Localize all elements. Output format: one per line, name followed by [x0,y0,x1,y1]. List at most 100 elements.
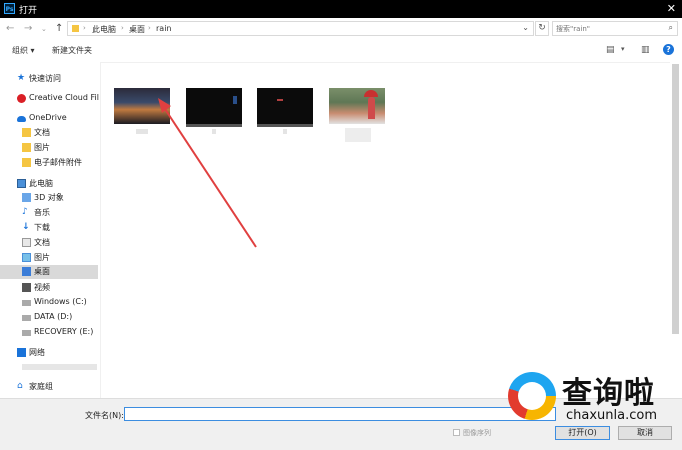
window-title: 打开 [19,6,38,16]
sidebar-item-label: RECOVERY (E:) [34,327,94,336]
homegroup-icon: ⌂ [17,381,23,391]
sidebar-item-label: 此电脑 [29,179,53,188]
sidebar-item-label: Windows (C:) [34,297,87,306]
recent-dropdown-icon[interactable]: ⌄ [41,25,47,33]
umbrella-shape [364,90,378,97]
file-name-1 [136,129,148,134]
drive-icon [22,315,31,321]
organize-button[interactable]: 组织 ▾ [12,45,35,56]
watermark-url: chaxunla.com [566,408,657,423]
sidebar-item-label: 下载 [34,223,50,232]
scrollbar-thumb[interactable] [672,64,679,334]
search-input[interactable] [556,22,656,35]
sidebar-item-label: 3D 对象 [34,193,64,202]
sidebar-item-documents[interactable]: 文档 [22,236,97,250]
sidebar-item-label: 图片 [34,143,50,152]
file-thumbnail-4[interactable] [329,88,385,124]
file-name-2 [212,129,216,134]
breadcrumb-desktop[interactable]: 桌面 [129,24,145,35]
file-thumbnail-3[interactable] [257,88,313,127]
music-icon: ♪ [22,207,28,217]
sidebar-item-label: 文档 [34,128,50,137]
refresh-icon[interactable]: ↻ [535,21,549,36]
sidebar-item-quick-access[interactable]: ★ 快速访问 [17,72,97,86]
pane-splitter[interactable] [100,62,101,398]
sidebar-item-creative-cloud[interactable]: Creative Cloud Files [17,92,99,106]
sidebar-item-pictures[interactable]: 图片 [22,251,97,265]
sidebar-item-label: 网络 [29,348,45,357]
new-folder-button[interactable]: 新建文件夹 [52,45,92,56]
address-bar[interactable]: › 此电脑 › 桌面 › rain ⌄ [67,21,534,36]
sidebar-item-label: 音乐 [34,208,50,217]
drive-icon [22,330,31,336]
desktop-icon [22,267,31,276]
breadcrumb-rain[interactable]: rain [156,24,171,33]
help-icon[interactable]: ? [663,44,674,55]
sidebar-item-onedrive[interactable]: OneDrive [17,112,97,126]
breadcrumb-this-pc[interactable]: 此电脑 [92,24,116,35]
sidebar-item-email-attachments[interactable]: 电子邮件附件 [22,156,97,170]
watermark-logo-icon [508,372,556,420]
address-row: ← → ⌄ ↑ › 此电脑 › 桌面 › rain ⌄ ↻ ⌕ [0,18,682,40]
sidebar-item-desktop[interactable]: 桌面 [0,265,98,279]
file-thumbnail-1[interactable] [114,88,170,124]
up-icon[interactable]: ↑ [55,23,63,34]
file-name-4 [345,128,371,142]
sidebar-item-label: 文档 [34,238,50,247]
view-options-icon[interactable]: ▤ [606,45,615,55]
chevron-right-icon[interactable]: › [148,24,151,32]
sidebar-item-onedrive-documents[interactable]: 文档 [22,126,97,140]
sidebar-item-label: 快速访问 [29,74,61,83]
chevron-down-icon[interactable]: ⌄ [522,23,529,32]
document-icon [22,238,31,247]
sidebar-item-videos[interactable]: 视频 [22,281,97,295]
title-bar: Ps 打开 ✕ [0,0,682,18]
download-icon: ↓ [22,222,30,232]
sidebar-item-downloads[interactable]: ↓ 下载 [22,221,97,235]
forward-icon[interactable]: → [24,23,32,34]
video-icon [22,283,31,292]
sidebar-item-label: 桌面 [34,267,50,276]
chevron-right-icon[interactable]: › [121,24,124,32]
sidebar-item-drive-c[interactable]: Windows (C:) [22,296,97,310]
sidebar-item-onedrive-pictures[interactable]: 图片 [22,141,97,155]
back-icon[interactable]: ← [6,23,14,34]
image-sequence-checkbox[interactable] [453,429,460,436]
file-name-3 [283,129,287,134]
close-icon[interactable]: ✕ [667,2,676,15]
sidebar-item-music[interactable]: ♪ 音乐 [22,206,97,220]
sidebar-item-drive-d[interactable]: DATA (D:) [22,311,97,325]
chevron-down-icon[interactable]: ▾ [621,45,625,53]
chevron-right-icon[interactable]: › [83,24,86,32]
sidebar-item-drive-e[interactable]: RECOVERY (E:) [22,326,97,340]
cloud-icon [17,116,26,122]
sidebar-item-label: Creative Cloud Files [29,93,99,102]
star-icon: ★ [17,73,26,83]
sidebar-item-label: 电子邮件附件 [34,158,82,167]
open-file-dialog: Ps 打开 ✕ ← → ⌄ ↑ › 此电脑 › 桌面 › rain ⌄ ↻ ⌕ … [0,0,682,450]
thumbnail-detail [277,99,283,101]
sidebar-item-this-pc[interactable]: 此电脑 [17,177,97,191]
folder-icon [22,143,31,152]
sidebar-item-homegroup[interactable]: ⌂ 家庭组 [17,380,97,394]
search-box[interactable]: ⌕ [552,21,678,36]
sidebar-item-3d-objects[interactable]: 3D 对象 [22,191,97,205]
photoshop-icon: Ps [4,3,15,14]
sidebar-item-network[interactable]: 网络 [17,346,97,360]
image-sequence-label: 图像序列 [463,429,491,437]
folder-icon [22,128,31,137]
filename-input[interactable] [124,407,556,421]
network-icon [17,348,26,357]
file-thumbnail-2[interactable] [186,88,242,127]
sidebar-item-label: 家庭组 [29,382,53,391]
watermark-text: 查询啦 [562,376,655,411]
sidebar-item-label: DATA (D:) [34,312,73,321]
preview-pane-icon[interactable]: ▥ [641,45,650,55]
person-shape [368,97,375,119]
network-device-item[interactable] [22,364,97,370]
search-icon[interactable]: ⌕ [669,23,673,33]
drive-icon [22,300,31,306]
folder-icon [22,158,31,167]
sidebar-item-label: 视频 [34,283,50,292]
computer-icon [17,179,26,188]
